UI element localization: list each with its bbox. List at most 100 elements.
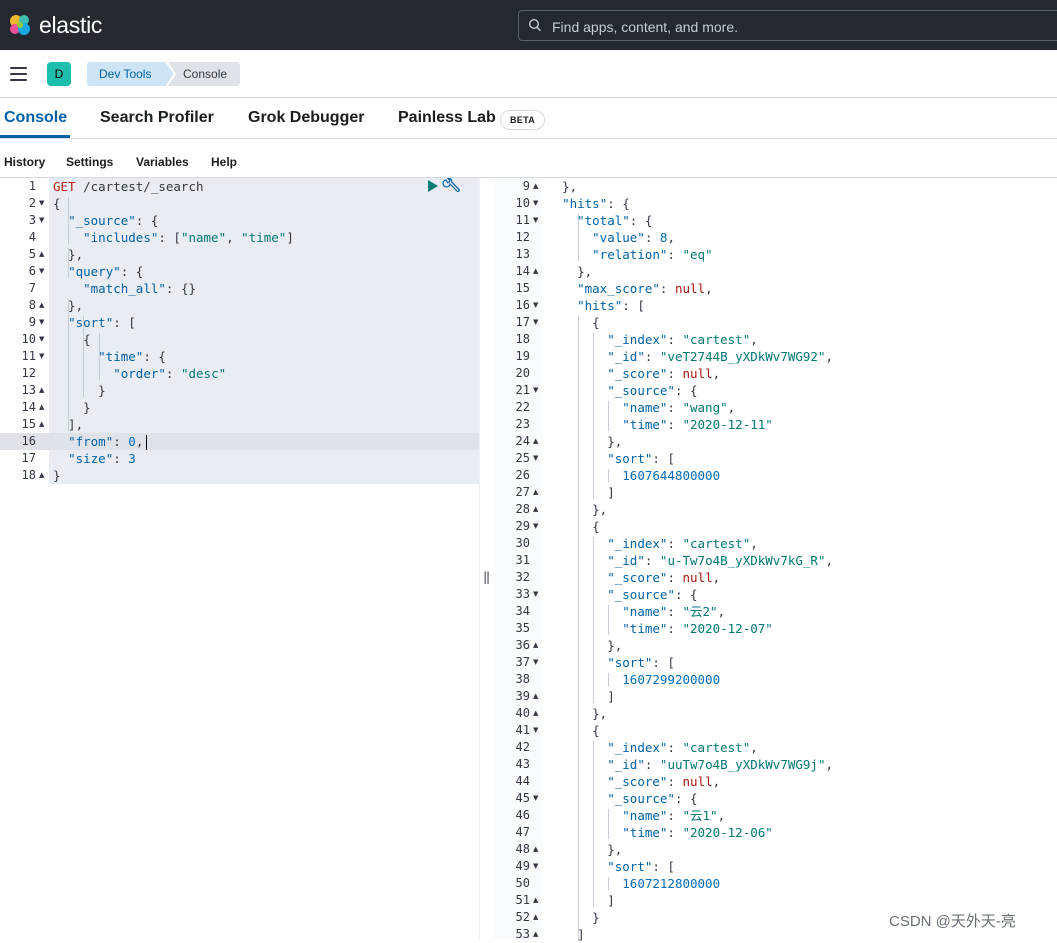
response-line-number: 27	[515, 485, 530, 499]
response-line-number: 21	[515, 383, 530, 397]
response-code-line: "_score": null,	[607, 774, 721, 789]
request-code-line: "order": "desc"	[113, 366, 227, 381]
fold-expanded-icon[interactable]: ▼	[533, 654, 541, 671]
request-code-line: {	[53, 332, 91, 347]
fold-collapse-icon[interactable]: ▲	[39, 399, 47, 416]
fold-expanded-icon[interactable]: ▼	[39, 263, 47, 280]
request-path: /cartest/_search	[75, 179, 204, 194]
indent-guide	[593, 333, 594, 499]
fold-expanded-icon[interactable]: ▼	[39, 314, 47, 331]
breadcrumb-dev-tools[interactable]: Dev Tools	[87, 62, 173, 86]
pane-resizer[interactable]: ‖	[479, 178, 493, 939]
indent-guide	[608, 809, 609, 839]
fold-expanded-icon[interactable]: ▼	[39, 331, 47, 348]
response-code-line: "_score": null,	[607, 366, 721, 381]
tab-grok-debugger[interactable]: Grok Debugger	[248, 109, 364, 127]
fold-collapse-icon[interactable]: ▲	[533, 501, 541, 518]
brand-name[interactable]: elastic	[39, 12, 102, 39]
fold-collapse-icon[interactable]: ▲	[533, 926, 541, 943]
fold-collapse-icon[interactable]: ▲	[39, 297, 47, 314]
response-code-line: ]	[547, 893, 615, 908]
response-code-line: "_id": "veT2744B_yXDkWv7WG92",	[607, 349, 834, 364]
fold-expanded-icon[interactable]: ▼	[533, 586, 541, 603]
fold-expanded-icon[interactable]: ▼	[39, 348, 47, 365]
fold-collapse-icon[interactable]: ▲	[39, 246, 47, 263]
request-line-number: 8	[28, 298, 36, 312]
search-placeholder: Find apps, content, and more.	[552, 19, 738, 35]
response-code-line: ]	[547, 689, 615, 704]
response-line-number: 43	[515, 757, 530, 771]
fold-collapse-icon[interactable]: ▲	[533, 909, 541, 926]
play-icon[interactable]	[427, 179, 439, 193]
response-code-line: "_source": {	[607, 791, 698, 806]
request-line-number: 13	[21, 383, 36, 397]
fold-collapse-icon[interactable]: ▲	[533, 484, 541, 501]
menu-icon[interactable]	[10, 67, 27, 85]
request-code-line: "match_all": {}	[83, 281, 197, 296]
console-menu: History Settings Variables Help	[0, 139, 1057, 178]
response-line-number: 32	[515, 570, 530, 584]
fold-expanded-icon[interactable]: ▼	[533, 195, 541, 212]
fold-expanded-icon[interactable]: ▼	[533, 212, 541, 229]
indent-guide	[68, 248, 69, 278]
fold-expanded-icon[interactable]: ▼	[533, 382, 541, 399]
fold-collapse-icon[interactable]: ▲	[533, 178, 541, 195]
menu-settings[interactable]: Settings	[66, 155, 113, 169]
fold-expanded-icon[interactable]: ▼	[533, 450, 541, 467]
fold-expanded-icon[interactable]: ▼	[533, 858, 541, 875]
request-code-line: "from": 0,	[68, 434, 144, 449]
response-line-number: 14	[515, 264, 530, 278]
fold-collapse-icon[interactable]: ▲	[533, 705, 541, 722]
response-line-number: 52	[515, 910, 530, 924]
fold-collapse-icon[interactable]: ▲	[533, 892, 541, 909]
response-code-line: },	[547, 842, 623, 857]
fold-collapse-icon[interactable]: ▲	[39, 467, 47, 484]
response-code-line: 1607212800000	[622, 876, 721, 891]
response-code-line: "_id": "uuTw7o4B_yXDkWv7WG9j",	[607, 757, 834, 772]
fold-expanded-icon[interactable]: ▼	[533, 790, 541, 807]
fold-expanded-icon[interactable]: ▼	[533, 314, 541, 331]
tab-search-profiler[interactable]: Search Profiler	[100, 109, 214, 127]
fold-collapse-icon[interactable]: ▲	[39, 416, 47, 433]
fold-expanded-icon[interactable]: ▼	[533, 722, 541, 739]
indent-guide	[578, 316, 579, 941]
fold-collapse-icon[interactable]: ▲	[533, 637, 541, 654]
response-line-number: 35	[515, 621, 530, 635]
fold-collapse-icon[interactable]: ▲	[533, 688, 541, 705]
space-avatar[interactable]: D	[47, 62, 71, 86]
elastic-logo-icon[interactable]	[7, 12, 33, 38]
fold-expanded-icon[interactable]: ▼	[39, 195, 47, 212]
active-tab-indicator	[0, 135, 70, 138]
fold-collapse-icon[interactable]: ▲	[39, 382, 47, 399]
fold-collapse-icon[interactable]: ▲	[533, 433, 541, 450]
breadcrumb-bar: D Dev Tools Console	[0, 50, 1057, 98]
dev-tools-tabs: Console Search Profiler Grok Debugger Pa…	[0, 98, 1057, 139]
fold-collapse-icon[interactable]: ▲	[533, 841, 541, 858]
response-line-number: 19	[515, 349, 530, 363]
response-line-number: 11	[515, 213, 530, 227]
response-code-line: "name": "wang",	[622, 400, 736, 415]
indent-guide	[99, 333, 100, 380]
request-editor[interactable]: GET /cartest/_search 1 2 ▼ 3 ▼ 4 5 ▲ 6 ▼ 7 8 ▲ 9 ▼ 10 ▼ 1…	[0, 178, 479, 939]
fold-expanded-icon[interactable]: ▼	[39, 212, 47, 229]
wrench-icon[interactable]	[442, 178, 460, 195]
response-line-number: 37	[515, 655, 530, 669]
response-line-number: 36	[515, 638, 530, 652]
tab-console[interactable]: Console	[4, 109, 67, 127]
fold-expanded-icon[interactable]: ▼	[533, 297, 541, 314]
response-code-line: },	[547, 638, 623, 653]
response-line-number: 22	[515, 400, 530, 414]
response-line-number: 45	[515, 791, 530, 805]
response-line-number: 17	[515, 315, 530, 329]
tab-painless-lab[interactable]: Painless Lab	[398, 109, 496, 127]
global-search-input[interactable]: Find apps, content, and more.	[518, 10, 1057, 41]
menu-help[interactable]: Help	[211, 155, 237, 169]
response-output[interactable]: 9 ▲ 10 ▼ 11 ▼ 12 13 14 ▲ 15 16 ▼ 17 ▼ 18 19 20 21 ▼ 22 23 24 ▲ 2…	[494, 178, 1057, 942]
response-line-number: 10	[515, 196, 530, 210]
menu-variables[interactable]: Variables	[136, 155, 189, 169]
request-code-line: }	[53, 400, 91, 415]
fold-expanded-icon[interactable]: ▼	[533, 518, 541, 535]
menu-history[interactable]: History	[4, 155, 45, 169]
response-code-line: "time": "2020-12-07"	[622, 621, 773, 636]
fold-collapse-icon[interactable]: ▲	[533, 263, 541, 280]
